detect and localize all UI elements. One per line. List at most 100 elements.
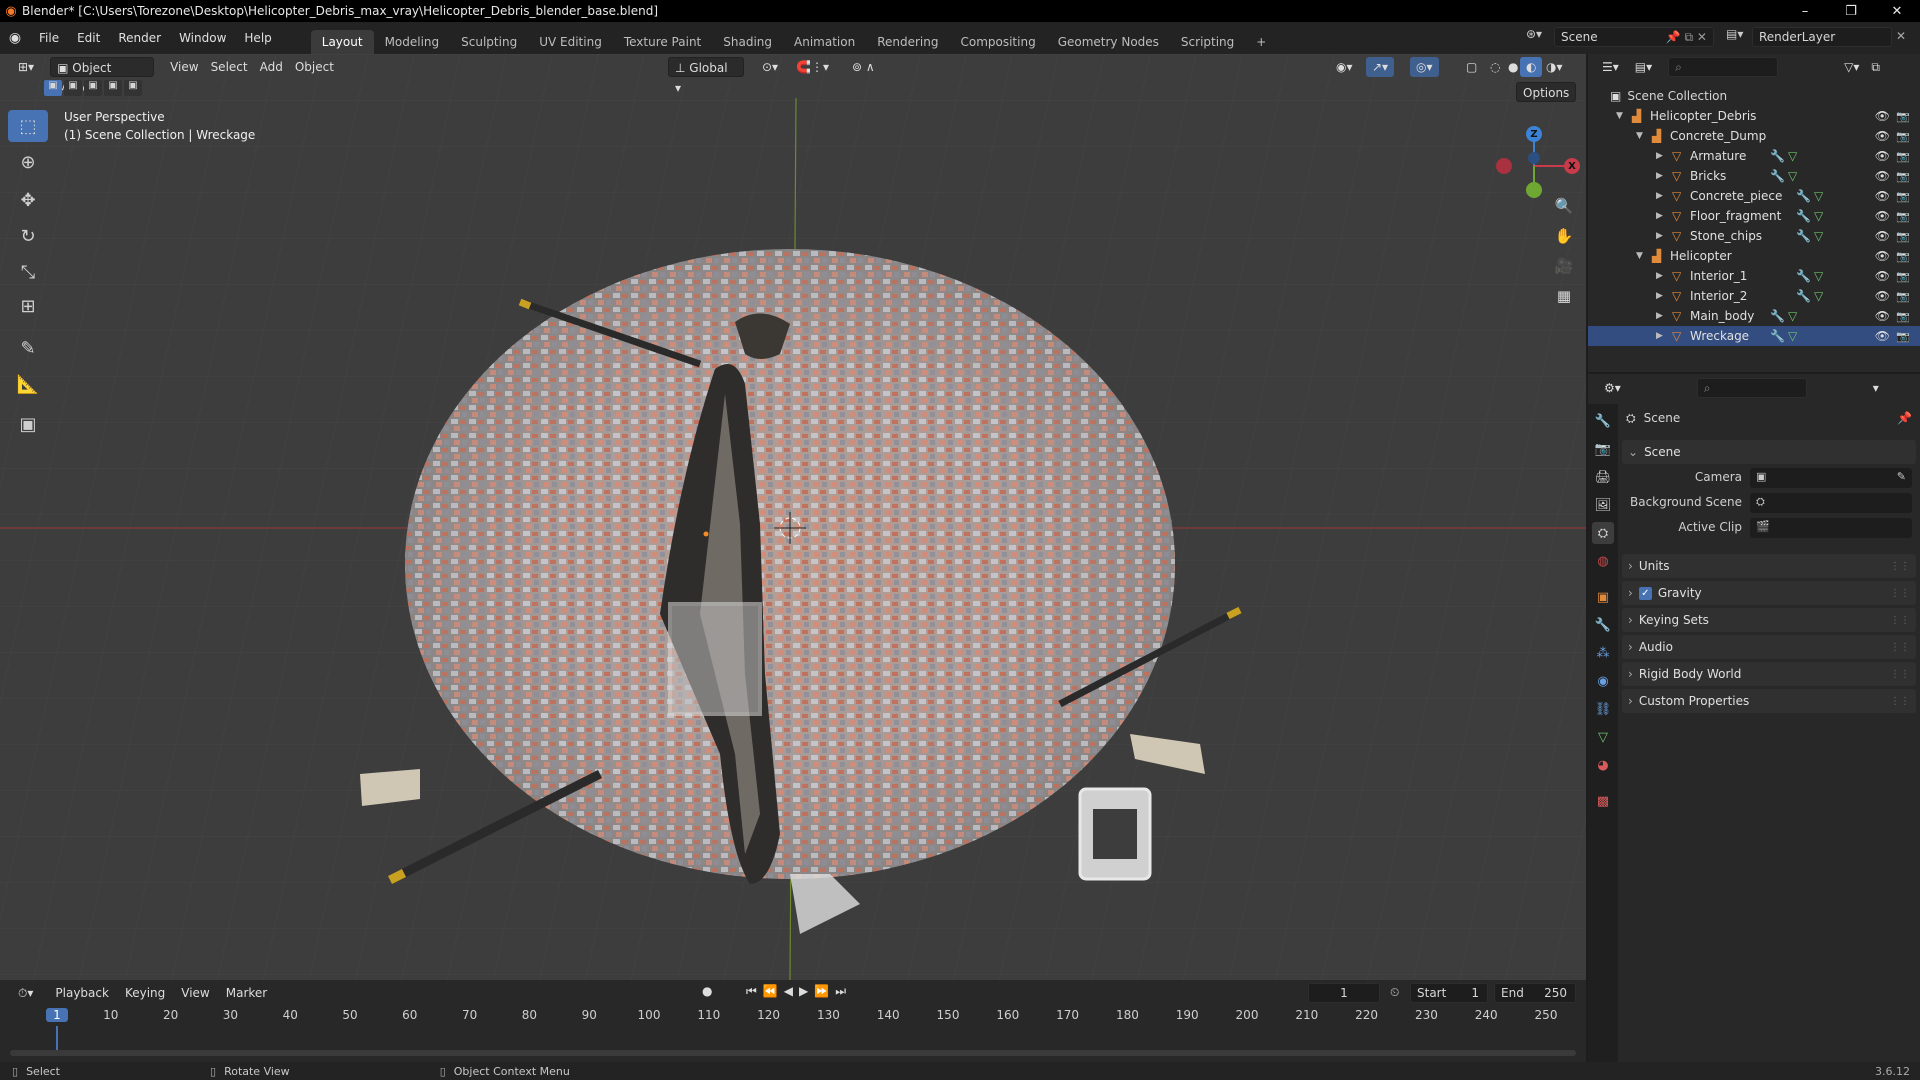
zoom-icon[interactable]: 🔍 xyxy=(1550,192,1578,220)
drag-handle-icon[interactable]: ⋮⋮ xyxy=(1890,561,1910,572)
select-invert-icon[interactable]: ▣ xyxy=(104,80,122,96)
section-rigid-body-world[interactable]: › Rigid Body World ⋮⋮ xyxy=(1622,662,1916,686)
collapsed-chevron-icon[interactable]: ▶ xyxy=(1656,271,1663,281)
workspace-tab-modeling[interactable]: Modeling xyxy=(374,30,451,54)
visibility-eye-icon[interactable]: 👁 xyxy=(1875,189,1890,203)
blender-menu-icon[interactable]: ◉ xyxy=(0,30,30,46)
scene-panel-header[interactable]: ⌄ Scene xyxy=(1622,440,1916,464)
render-layer-close-icon[interactable]: ✕ xyxy=(1896,29,1906,43)
pivot-point-icon[interactable]: ⊙▾ xyxy=(756,57,784,77)
outliner-item[interactable]: ▶ ▽ Floor_fragment 🔧 ▽ 👁 📷 xyxy=(1588,206,1920,226)
ortho-toggle-icon[interactable]: ▦ xyxy=(1550,282,1578,310)
menu-file[interactable]: File xyxy=(30,27,68,49)
menu-help[interactable]: Help xyxy=(235,27,280,49)
render-camera-icon[interactable]: 📷 xyxy=(1896,190,1910,203)
play-reverse-icon[interactable]: ◀ xyxy=(784,984,799,998)
play-icon[interactable]: ▶ xyxy=(799,984,814,998)
gizmo-toggle-icon[interactable]: ↗▾ xyxy=(1366,57,1395,77)
outliner-item[interactable]: ▶ ▽ Bricks 🔧 ▽ 👁 📷 xyxy=(1588,166,1920,186)
select-box-tool-icon[interactable]: ⬚ xyxy=(8,110,48,142)
modifier-icon[interactable]: 🔧 xyxy=(1770,169,1785,183)
visibility-eye-icon[interactable]: 👁 xyxy=(1875,169,1890,183)
workspace-tab-rendering[interactable]: Rendering xyxy=(866,30,949,54)
collapsed-chevron-icon[interactable]: ▶ xyxy=(1656,151,1663,161)
rotate-tool-icon[interactable]: ↻ xyxy=(8,220,48,252)
next-key-icon[interactable]: ⏩ xyxy=(814,984,835,998)
outliner-item[interactable]: ▼ ▟ Helicopter_Debris 👁 📷 xyxy=(1588,106,1920,126)
modifier-icon[interactable]: 🔧 xyxy=(1770,149,1785,163)
render-tab-icon[interactable]: 📷 xyxy=(1592,438,1614,460)
drag-handle-icon[interactable]: ⋮⋮ xyxy=(1890,615,1910,626)
gizmo-x-icon[interactable]: X xyxy=(1564,158,1580,174)
mesh-data-icon[interactable]: ▽ xyxy=(1814,209,1823,223)
mesh-data-icon[interactable]: ▽ xyxy=(1788,309,1797,323)
pan-hand-icon[interactable]: ✋ xyxy=(1550,222,1578,250)
section-gravity[interactable]: › ✓ Gravity ⋮⋮ xyxy=(1622,581,1916,605)
gizmo-neg-z-icon[interactable] xyxy=(1528,152,1540,164)
scale-tool-icon[interactable]: ⤡ xyxy=(8,256,48,288)
select-new-icon[interactable]: ▣ xyxy=(44,80,62,96)
menu-render[interactable]: Render xyxy=(109,27,170,49)
expanded-chevron-icon[interactable]: ▼ xyxy=(1636,251,1643,261)
collapsed-chevron-icon[interactable]: ▶ xyxy=(1656,291,1663,301)
start-frame-field[interactable]: Start 1 xyxy=(1410,983,1488,1003)
add-cube-tool-icon[interactable]: ▣ xyxy=(8,408,48,440)
options-button[interactable]: Options xyxy=(1516,82,1577,102)
timeline-menu-keying[interactable]: Keying xyxy=(119,983,171,1003)
select-extend-icon[interactable]: ▣ xyxy=(64,80,82,96)
gizmo-z-icon[interactable]: Z xyxy=(1526,126,1542,142)
outliner-item[interactable]: ▶ ▽ Main_body 🔧 ▽ 👁 📷 xyxy=(1588,306,1920,326)
mode-selector[interactable]: ▣ Object Mode ▾ xyxy=(50,57,155,95)
modifier-icon[interactable]: 🔧 xyxy=(1796,289,1811,303)
viewport-menu-select[interactable]: Select xyxy=(205,57,254,77)
render-camera-icon[interactable]: 📷 xyxy=(1896,290,1910,303)
close-button[interactable]: ✕ xyxy=(1874,0,1920,22)
visibility-eye-icon[interactable]: 👁 xyxy=(1875,309,1890,323)
render-camera-icon[interactable]: 📷 xyxy=(1896,250,1910,263)
camera-view-icon[interactable]: 🎥 xyxy=(1550,252,1578,280)
section-custom-properties[interactable]: › Custom Properties ⋮⋮ xyxy=(1622,689,1916,713)
render-camera-icon[interactable]: 📷 xyxy=(1896,330,1910,343)
jump-end-icon[interactable]: ⏭ xyxy=(835,984,852,998)
data-tab-icon[interactable]: ▽ xyxy=(1592,726,1614,748)
viewport-menu-object[interactable]: Object xyxy=(289,57,340,77)
view-layer-tab-icon[interactable]: 🖼 xyxy=(1592,494,1614,516)
collapsed-chevron-icon[interactable]: ▶ xyxy=(1656,211,1663,221)
measure-tool-icon[interactable]: 📐 xyxy=(8,368,48,400)
modifier-icon[interactable]: 🔧 xyxy=(1796,269,1811,283)
workspace-tab-layout[interactable]: Layout xyxy=(310,30,374,54)
render-camera-icon[interactable]: 📷 xyxy=(1896,130,1910,143)
menu-window[interactable]: Window xyxy=(170,27,235,49)
render-layer-icon[interactable]: ▤▾ xyxy=(1726,27,1743,41)
visibility-eye-icon[interactable]: 👁 xyxy=(1875,109,1890,123)
render-camera-icon[interactable]: 📷 xyxy=(1896,110,1910,123)
viewport-canvas[interactable] xyxy=(0,54,1586,980)
timeline-menu-view[interactable]: View xyxy=(175,983,215,1003)
properties-search-input[interactable]: ⌕ xyxy=(1696,378,1807,398)
modifier-icon[interactable]: 🔧 xyxy=(1770,309,1785,323)
editor-type-icon[interactable]: ⊞▾ xyxy=(12,57,40,77)
drag-handle-icon[interactable]: ⋮⋮ xyxy=(1890,588,1910,599)
visibility-eye-icon[interactable]: 👁 xyxy=(1875,129,1890,143)
autokey-icon[interactable]: ● xyxy=(702,984,712,998)
workspace-tab-texture-paint[interactable]: Texture Paint xyxy=(613,30,712,54)
material-tab-icon[interactable]: ◕ xyxy=(1592,754,1614,776)
timeline-menu-marker[interactable]: Marker xyxy=(220,983,273,1003)
section-keying-sets[interactable]: › Keying Sets ⋮⋮ xyxy=(1622,608,1916,632)
outliner-item[interactable]: ▶ ▽ Concrete_piece 🔧 ▽ 👁 📷 xyxy=(1588,186,1920,206)
workspace-tab-shading[interactable]: Shading xyxy=(712,30,783,54)
modifier-icon[interactable]: 🔧 xyxy=(1796,209,1811,223)
drag-handle-icon[interactable]: ⋮⋮ xyxy=(1890,696,1910,707)
workspace-tab-add[interactable]: + xyxy=(1245,30,1277,54)
mesh-data-icon[interactable]: ▽ xyxy=(1814,189,1823,203)
proportional-edit-icon[interactable]: ⊚ ∧ xyxy=(846,57,881,77)
expanded-chevron-icon[interactable]: ▼ xyxy=(1616,111,1623,121)
frame-ruler[interactable]: 1 10 20 30 40 50 60 70 80 90 100 110 120 130 140 150 160… xyxy=(0,1006,1586,1026)
properties-editor-icon[interactable]: ⚙▾ xyxy=(1598,378,1627,398)
visibility-eye-icon[interactable]: 👁 xyxy=(1875,329,1890,343)
field-camera[interactable]: ▣ ✎ xyxy=(1750,468,1912,488)
section-units[interactable]: › Units ⋮⋮ xyxy=(1622,554,1916,578)
gizmo-neg-y-icon[interactable] xyxy=(1526,182,1542,198)
timeline-menu-playback[interactable]: Playback xyxy=(49,983,115,1003)
collapsed-chevron-icon[interactable]: ▶ xyxy=(1656,311,1663,321)
